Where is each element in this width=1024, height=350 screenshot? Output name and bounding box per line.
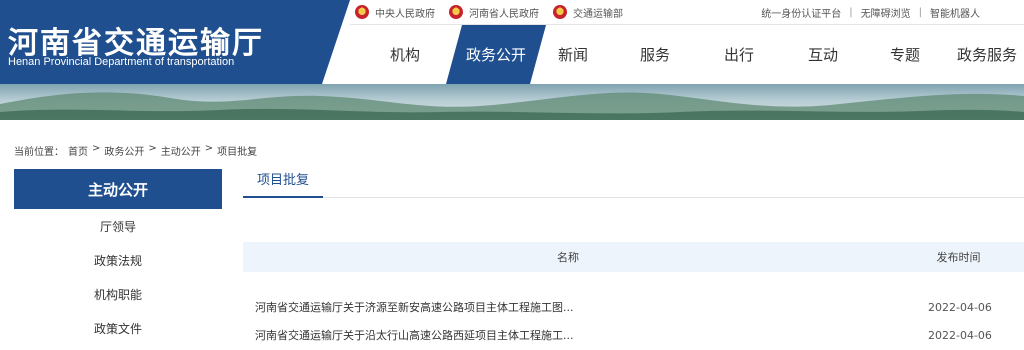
sidebar: 主动公开 厅领导 政策法规 机构职能 政策文件 <box>14 169 222 345</box>
top-link-label: 交通运输部 <box>573 8 623 20</box>
breadcrumb-label: 当前位置： <box>14 147 64 158</box>
national-emblem-icon <box>553 5 567 19</box>
utility-links: 统一身份认证平台 | 无障碍浏览 | 智能机器人 <box>761 0 980 24</box>
breadcrumb-project-approval[interactable]: 项目批复 <box>217 143 257 158</box>
nav-item-travel[interactable]: 出行 <box>706 25 772 84</box>
sidebar-item-policy-docs[interactable]: 政策文件 <box>14 311 222 345</box>
sidebar-title: 主动公开 <box>14 169 222 209</box>
table-row[interactable]: 河南省交通运输厅关于济源至新安高速公路项目主体工程施工图... 2022-04-… <box>243 294 1024 320</box>
sidebar-item-functions[interactable]: 机构职能 <box>14 277 222 311</box>
site-subtitle: Henan Provincial Department of transport… <box>8 56 235 68</box>
row-date: 2022-04-06 <box>928 328 992 342</box>
nav-item-interaction[interactable]: 互动 <box>790 25 856 84</box>
sidebar-item-regulations[interactable]: 政策法规 <box>14 243 222 277</box>
table-row[interactable]: 河南省交通运输厅关于沿太行山高速公路西延项目主体工程施工... 2022-04-… <box>243 322 1024 348</box>
column-header-date: 发布时间 <box>936 251 981 264</box>
unified-auth-link[interactable]: 统一身份认证平台 <box>761 5 841 20</box>
divider: | <box>918 6 922 18</box>
row-title-link[interactable]: 河南省交通运输厅关于济源至新安高速公路项目主体工程施工图... <box>255 299 574 315</box>
nav-item-news[interactable]: 新闻 <box>540 25 606 84</box>
top-link-mot[interactable]: 交通运输部 <box>553 5 623 20</box>
row-title-link[interactable]: 河南省交通运输厅关于沿太行山高速公路西延项目主体工程施工... <box>255 327 574 343</box>
robot-link[interactable]: 智能机器人 <box>930 5 980 20</box>
breadcrumb-gov-affairs[interactable]: 政务公开 <box>104 143 144 158</box>
table-header: 名称 发布时间 <box>243 242 1024 272</box>
national-emblem-icon <box>449 5 463 19</box>
site-header: 河南省交通运输厅 Henan Provincial Department of … <box>0 0 1024 84</box>
breadcrumb-separator: > <box>204 143 214 154</box>
row-date: 2022-04-06 <box>928 300 992 314</box>
breadcrumb-separator: > <box>148 143 157 154</box>
top-link-label: 河南省人民政府 <box>469 8 539 20</box>
nav-item-gov-affairs[interactable]: 政务公开 <box>446 25 546 84</box>
column-header-name: 名称 <box>557 251 579 264</box>
site-logo[interactable]: 河南省交通运输厅 Henan Provincial Department of … <box>0 0 350 84</box>
tab-project-approval[interactable]: 项目批复 <box>243 160 323 198</box>
breadcrumb-public[interactable]: 主动公开 <box>161 143 201 158</box>
main-nav: 机构 政务公开 新闻 服务 出行 互动 专题 政务服务 <box>350 25 1024 84</box>
main-content: 项目批复 名称 发布时间 河南省交通运输厅关于济源至新安高速公路项目主体工程施工… <box>243 160 1024 342</box>
nav-item-topics[interactable]: 专题 <box>872 25 938 84</box>
nav-item-service[interactable]: 服务 <box>622 25 688 84</box>
divider: | <box>849 6 853 18</box>
top-link-central-gov[interactable]: 中央人民政府 <box>355 5 435 20</box>
nav-item-gov-service[interactable]: 政务服务 <box>950 25 1024 84</box>
breadcrumb: 当前位置： 首页 > 政务公开 > 主动公开 > 项目批复 <box>14 143 257 158</box>
nav-item-institution[interactable]: 机构 <box>370 25 440 84</box>
breadcrumb-separator: > <box>92 143 101 154</box>
top-link-henan-gov[interactable]: 河南省人民政府 <box>449 5 539 20</box>
national-emblem-icon <box>355 5 369 19</box>
tab-bar: 项目批复 <box>243 160 1024 198</box>
breadcrumb-home[interactable]: 首页 <box>68 143 88 158</box>
mountain-landscape <box>0 92 1024 120</box>
sidebar-item-leaders[interactable]: 厅领导 <box>14 209 222 243</box>
gov-links: 中央人民政府 河南省人民政府 交通运输部 <box>355 0 623 24</box>
header-banner <box>0 84 1024 120</box>
accessibility-link[interactable]: 无障碍浏览 <box>861 5 911 20</box>
top-link-label: 中央人民政府 <box>375 8 435 20</box>
